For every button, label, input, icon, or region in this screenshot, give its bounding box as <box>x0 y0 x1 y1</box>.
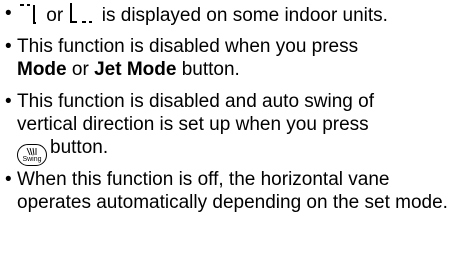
note-2-line1: This function is disabled when you press <box>17 36 359 57</box>
bullet: • <box>5 169 12 190</box>
note-3: • This function is disabled and auto swi… <box>5 90 460 166</box>
note-4-text: When this function is off, the horizonta… <box>17 169 448 213</box>
note-3-line2: vertical direction is set up when you pr… <box>17 114 369 135</box>
note-2-tail: button. <box>181 59 240 80</box>
bullet: • <box>5 91 12 112</box>
bullet: • <box>5 36 12 57</box>
or-word: or <box>46 5 64 26</box>
note-2: • This function is disabled when you pre… <box>5 35 460 81</box>
note-1-text: or is displayed on some indoor units. <box>5 2 460 32</box>
vane-down-position-icon <box>68 2 96 32</box>
or-word: or <box>71 59 89 80</box>
note-4: • When this function is off, the horizon… <box>5 168 460 214</box>
note-3-line1: This function is disabled and auto swing… <box>17 91 374 112</box>
swing-button-icon: Swing <box>17 144 47 166</box>
swing-button-label: Swing <box>22 156 42 163</box>
note-3-tail: button. <box>50 137 109 158</box>
vane-up-position-icon <box>17 2 41 32</box>
bullet: • <box>5 3 12 24</box>
manual-notes: • or is displayed on some indoor units. … <box>0 0 463 256</box>
note-2-text: This function is disabled when you press… <box>5 35 460 81</box>
jet-mode-button-label: Jet Mode <box>94 59 177 80</box>
mode-button-label: Mode <box>17 59 67 80</box>
note-1: • or is displayed on some indoor units. <box>5 2 460 32</box>
note-1-rest: is displayed on some indoor units. <box>101 5 388 26</box>
note-3-text: This function is disabled and auto swing… <box>5 90 460 166</box>
